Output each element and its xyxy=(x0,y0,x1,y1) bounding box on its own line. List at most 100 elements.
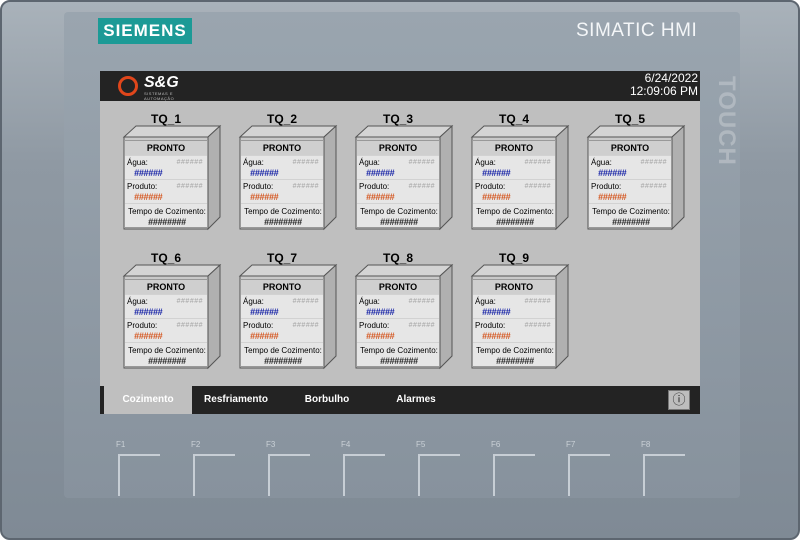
cook-time-value: ######## xyxy=(264,356,302,366)
product-row: Produto: ###### ###### xyxy=(125,179,207,203)
status-badge: PRONTO xyxy=(357,141,439,155)
product-value: ###### xyxy=(250,192,279,202)
product-row: Produto: ###### ###### xyxy=(241,318,323,342)
cook-time-value: ######## xyxy=(264,217,302,227)
product-value: ###### xyxy=(134,192,163,202)
water-row: Água: ###### ###### xyxy=(125,155,207,179)
product-row: Produto: ###### ###### xyxy=(473,318,555,342)
cook-time-row: Tempo de Cozimento: ######## xyxy=(473,203,555,227)
water-value: ###### xyxy=(250,168,279,178)
tank-9[interactable]: TQ_9 PRONTO Água: ###### ###### Produto:… xyxy=(464,251,570,370)
cook-time-row: Tempo de Cozimento: ######## xyxy=(125,342,207,366)
product-value: ###### xyxy=(134,331,163,341)
tank-7[interactable]: TQ_7 PRONTO Água: ###### ###### Produto:… xyxy=(232,251,338,370)
nav-cozimento[interactable]: Cozimento xyxy=(104,386,192,414)
water-row: Água: ###### ###### xyxy=(589,155,671,179)
cook-time-row: Tempo de Cozimento: ######## xyxy=(241,203,323,227)
function-key-2[interactable]: F2 xyxy=(191,440,261,496)
water-row: Água: ###### ###### xyxy=(241,155,323,179)
water-value: ###### xyxy=(482,168,511,178)
logo-circle-icon xyxy=(118,76,138,96)
tank-panel: PRONTO Água: ###### ###### Produto: ####… xyxy=(356,279,440,367)
status-badge: PRONTO xyxy=(357,280,439,294)
status-badge: PRONTO xyxy=(125,141,207,155)
product-row: Produto: ###### ###### xyxy=(357,179,439,203)
product-row: Produto: ###### ###### xyxy=(241,179,323,203)
tank-panel: PRONTO Água: ###### ###### Produto: ####… xyxy=(356,140,440,228)
tank-panel: PRONTO Água: ###### ###### Produto: ####… xyxy=(124,140,208,228)
product-value: ###### xyxy=(250,331,279,341)
model-label: SIMATIC HMI xyxy=(576,20,698,41)
water-row: Água: ###### ###### xyxy=(241,294,323,318)
tank-panel: PRONTO Água: ###### ###### Produto: ####… xyxy=(472,140,556,228)
tank-panel: PRONTO Água: ###### ###### Produto: ####… xyxy=(472,279,556,367)
function-key-4[interactable]: F4 xyxy=(341,440,411,496)
tank-panel: PRONTO Água: ###### ###### Produto: ####… xyxy=(240,279,324,367)
tank-1[interactable]: TQ_1 PRONTO Água: ###### ###### Produto:… xyxy=(116,112,222,231)
tank-8[interactable]: TQ_8 PRONTO Água: ###### ###### Produto:… xyxy=(348,251,454,370)
tank-panel: PRONTO Água: ###### ###### Produto: ####… xyxy=(240,140,324,228)
function-key-1[interactable]: F1 xyxy=(116,440,186,496)
product-value: ###### xyxy=(366,331,395,341)
cook-time-row: Tempo de Cozimento: ######## xyxy=(241,342,323,366)
water-value: ###### xyxy=(366,307,395,317)
hmi-screen: S&G SISTEMAS E AUTOMAÇÃO 6/24/2022 12:09… xyxy=(100,71,700,414)
water-value: ###### xyxy=(250,307,279,317)
cook-time-row: Tempo de Cozimento: ######## xyxy=(589,203,671,227)
tank-panel: PRONTO Água: ###### ###### Produto: ####… xyxy=(124,279,208,367)
water-value: ###### xyxy=(366,168,395,178)
water-row: Água: ###### ###### xyxy=(357,294,439,318)
cook-time-value: ######## xyxy=(496,217,534,227)
tank-2[interactable]: TQ_2 PRONTO Água: ###### ###### Produto:… xyxy=(232,112,338,231)
water-row: Água: ###### ###### xyxy=(473,294,555,318)
product-row: Produto: ###### ###### xyxy=(473,179,555,203)
status-badge: PRONTO xyxy=(241,141,323,155)
product-value: ###### xyxy=(598,192,627,202)
datetime-display: 6/24/2022 12:09:06 PM xyxy=(630,72,698,98)
product-value: ###### xyxy=(482,192,511,202)
nav-borbulho[interactable]: Borbulho xyxy=(290,386,364,414)
touch-label: TOUCH xyxy=(713,76,740,166)
siemens-logo: SIEMENS xyxy=(98,18,192,44)
time-text: 12:09:06 PM xyxy=(629,84,698,98)
cook-time-value: ######## xyxy=(612,217,650,227)
info-circle-icon[interactable]: ⓘ xyxy=(668,390,690,410)
product-row: Produto: ###### ###### xyxy=(589,179,671,203)
bottom-nav: Cozimento Resfriamento Borbulho Alarmes … xyxy=(100,386,700,414)
water-value: ###### xyxy=(482,307,511,317)
cook-time-value: ######## xyxy=(380,217,418,227)
company-logo: S&G SISTEMAS E AUTOMAÇÃO xyxy=(118,74,204,101)
product-row: Produto: ###### ###### xyxy=(357,318,439,342)
water-row: Água: ###### ###### xyxy=(125,294,207,318)
status-badge: PRONTO xyxy=(125,280,207,294)
water-value: ###### xyxy=(134,307,163,317)
status-badge: PRONTO xyxy=(589,141,671,155)
product-value: ###### xyxy=(482,331,511,341)
cook-time-row: Tempo de Cozimento: ######## xyxy=(357,342,439,366)
cook-time-row: Tempo de Cozimento: ######## xyxy=(473,342,555,366)
product-row: Produto: ###### ###### xyxy=(125,318,207,342)
cook-time-row: Tempo de Cozimento: ######## xyxy=(125,203,207,227)
status-badge: PRONTO xyxy=(241,280,323,294)
cook-time-value: ######## xyxy=(380,356,418,366)
cook-time-row: Tempo de Cozimento: ######## xyxy=(357,203,439,227)
tank-5[interactable]: TQ_5 PRONTO Água: ###### ###### Produto:… xyxy=(580,112,686,231)
cook-time-value: ######## xyxy=(496,356,534,366)
status-badge: PRONTO xyxy=(473,141,555,155)
top-bar: S&G SISTEMAS E AUTOMAÇÃO 6/24/2022 12:09… xyxy=(100,71,700,101)
tank-panel: PRONTO Água: ###### ###### Produto: ####… xyxy=(588,140,672,228)
cook-time-value: ######## xyxy=(148,356,186,366)
nav-alarmes[interactable]: Alarmes xyxy=(380,386,452,414)
tank-6[interactable]: TQ_6 PRONTO Água: ###### ###### Produto:… xyxy=(116,251,222,370)
function-key-5[interactable]: F5 xyxy=(416,440,486,496)
tank-3[interactable]: TQ_3 PRONTO Água: ###### ###### Produto:… xyxy=(348,112,454,231)
function-key-3[interactable]: F3 xyxy=(266,440,336,496)
function-key-8[interactable]: F8 xyxy=(641,440,711,496)
nav-resfriamento[interactable]: Resfriamento xyxy=(196,386,276,414)
water-row: Água: ###### ###### xyxy=(357,155,439,179)
tank-4[interactable]: TQ_4 PRONTO Água: ###### ###### Produto:… xyxy=(464,112,570,231)
function-key-7[interactable]: F7 xyxy=(566,440,636,496)
product-value: ###### xyxy=(366,192,395,202)
cook-time-value: ######## xyxy=(148,217,186,227)
function-key-6[interactable]: F6 xyxy=(491,440,561,496)
